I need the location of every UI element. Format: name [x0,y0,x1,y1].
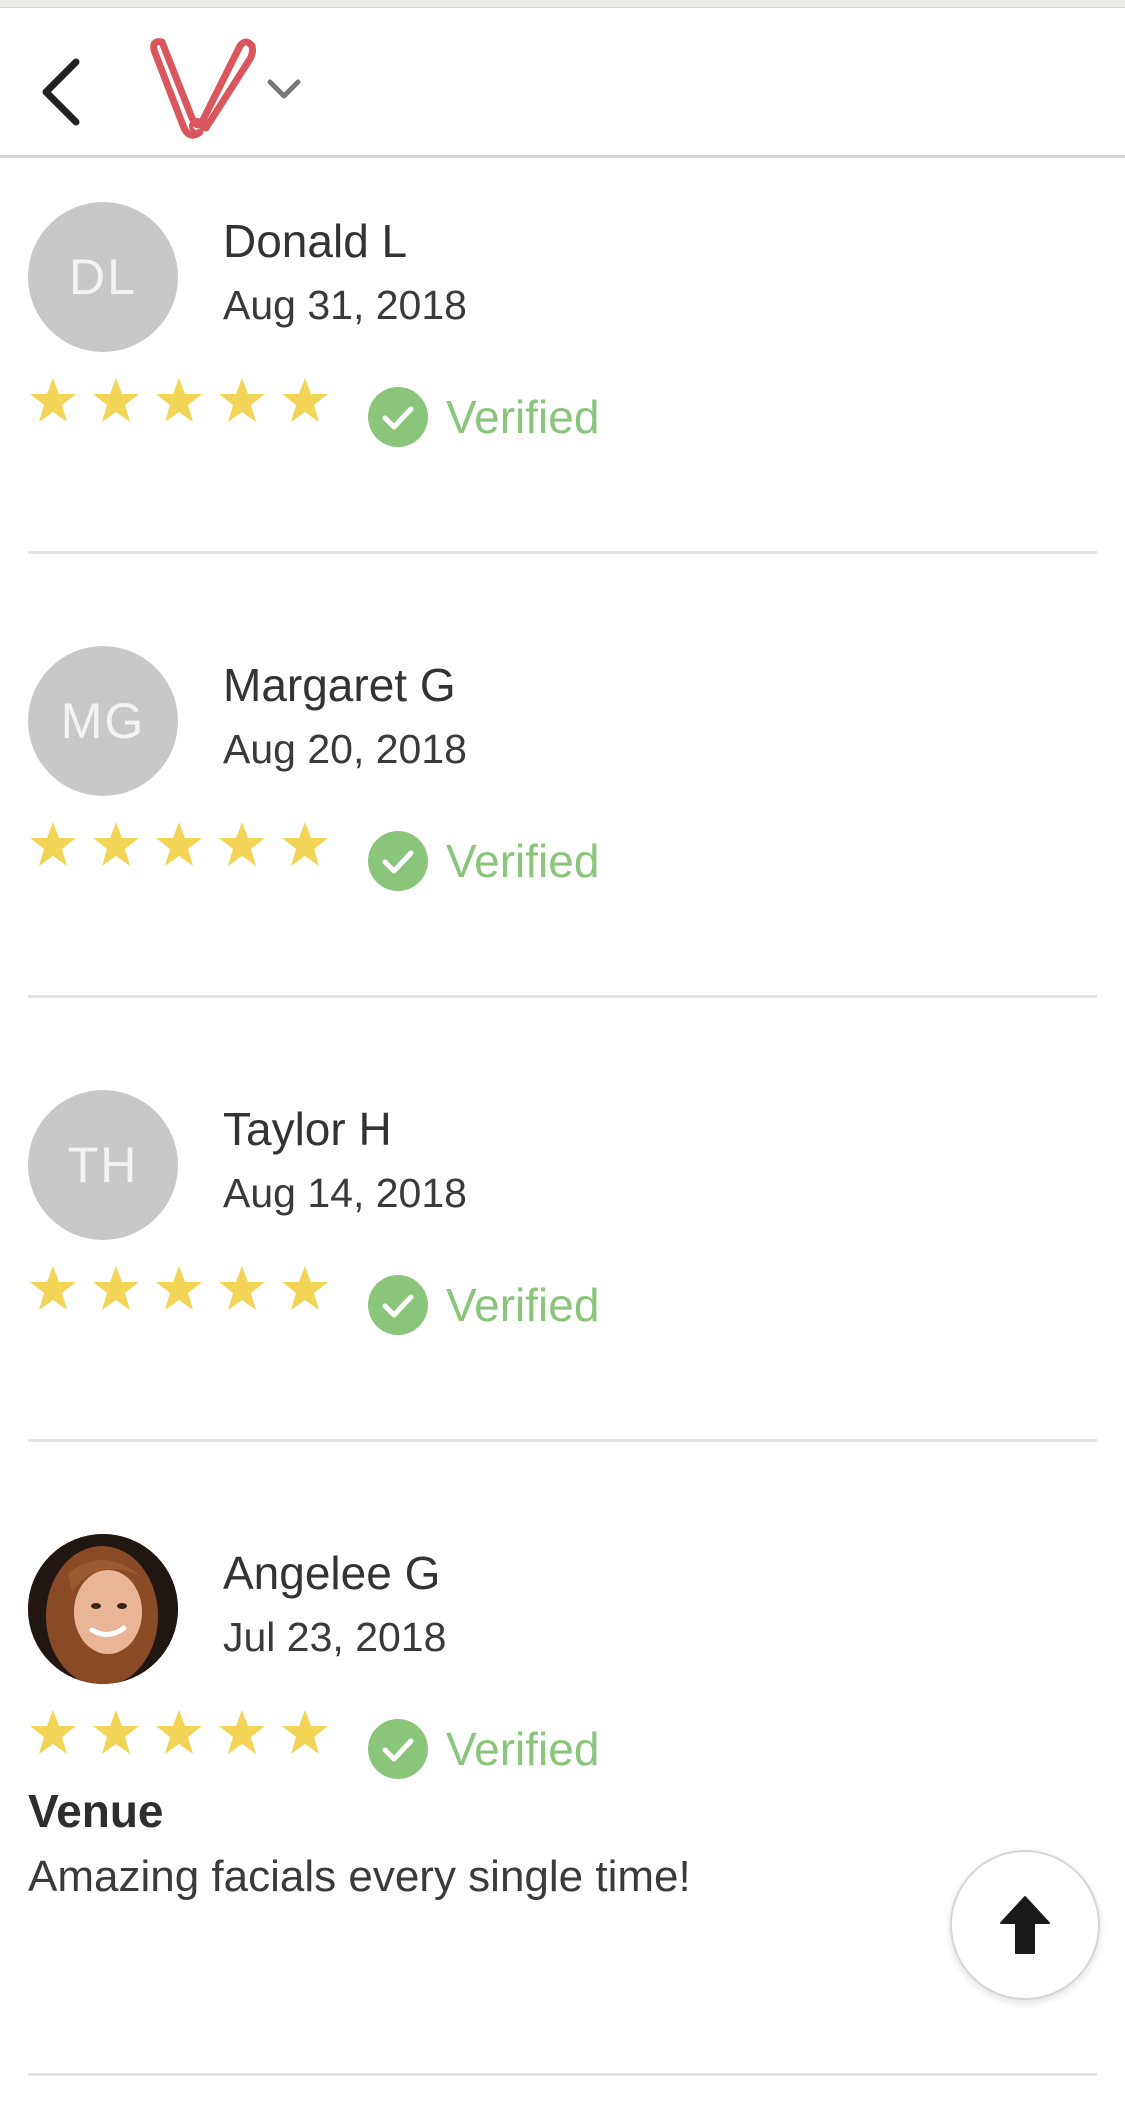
avatar: MG [28,646,178,796]
star-rating [28,1264,330,1324]
star-icon [282,378,328,422]
review-text: Amazing facials every single time! [28,1852,691,1901]
star-icon [93,822,139,866]
star-icon [30,378,76,422]
verified-label: Verified [446,1279,600,1331]
star-rating [28,376,330,436]
review-date: Jul 23, 2018 [223,1614,447,1660]
divider [28,1439,1097,1442]
divider [28,2073,1097,2076]
business-menu-button[interactable] [262,74,306,104]
review-card: Angelee G Jul 23, 2018 Verified Venue Am… [0,1490,1125,2090]
star-rating [28,1708,330,1768]
review-date: Aug 14, 2018 [223,1170,467,1216]
profile-photo [28,1534,178,1684]
avatar: TH [28,1090,178,1240]
star-icon [30,1710,76,1754]
star-icon [93,1710,139,1754]
verified-label: Verified [446,835,600,887]
star-icon [219,1710,265,1754]
chevron-down-icon [267,79,301,99]
star-icon [156,378,202,422]
star-icon [219,378,265,422]
star-icon [282,1710,328,1754]
review-date: Aug 31, 2018 [223,282,467,328]
verified-badge: Verified [368,1719,599,1779]
check-circle-icon [368,1719,428,1779]
review-card: TH Taylor H Aug 14, 2018 Verified [0,1046,1125,1490]
star-rating [28,820,330,880]
star-icon [30,1266,76,1310]
star-icon [156,1266,202,1310]
review-card: DL Donald L Aug 31, 2018 Verified [0,158,1125,602]
verified-badge: Verified [368,387,599,447]
check-circle-icon [368,831,428,891]
verified-label: Verified [446,391,600,443]
check-circle-icon [368,1275,428,1335]
status-strip [0,0,1125,8]
star-icon [219,822,265,866]
scroll-to-top-button[interactable] [950,1850,1100,2000]
divider [28,551,1097,554]
vagaro-logo[interactable] [140,32,260,142]
logo-v-icon [150,38,256,139]
back-button[interactable] [34,48,94,128]
avatar-photo [28,1534,178,1684]
verified-badge: Verified [368,1275,599,1335]
star-icon [156,822,202,866]
app-header [0,8,1125,158]
reviewer-name: Taylor H [223,1103,392,1155]
star-icon [156,1710,202,1754]
reviewer-name: Angelee G [223,1547,441,1599]
star-icon [282,822,328,866]
star-icon [219,1266,265,1310]
review-date: Aug 20, 2018 [223,726,467,772]
verified-badge: Verified [368,831,599,891]
star-icon [30,822,76,866]
review-card: MG Margaret G Aug 20, 2018 Verified [0,602,1125,1046]
reviewer-name: Donald L [223,215,408,267]
star-icon [93,378,139,422]
chevron-left-icon [42,58,80,126]
review-title: Venue [28,1785,164,1837]
divider [28,995,1097,998]
arrow-up-icon [1000,1896,1050,1954]
check-circle-icon [368,387,428,447]
reviewer-name: Margaret G [223,659,456,711]
star-icon [93,1266,139,1310]
verified-label: Verified [446,1723,600,1775]
star-icon [282,1266,328,1310]
avatar: DL [28,202,178,352]
